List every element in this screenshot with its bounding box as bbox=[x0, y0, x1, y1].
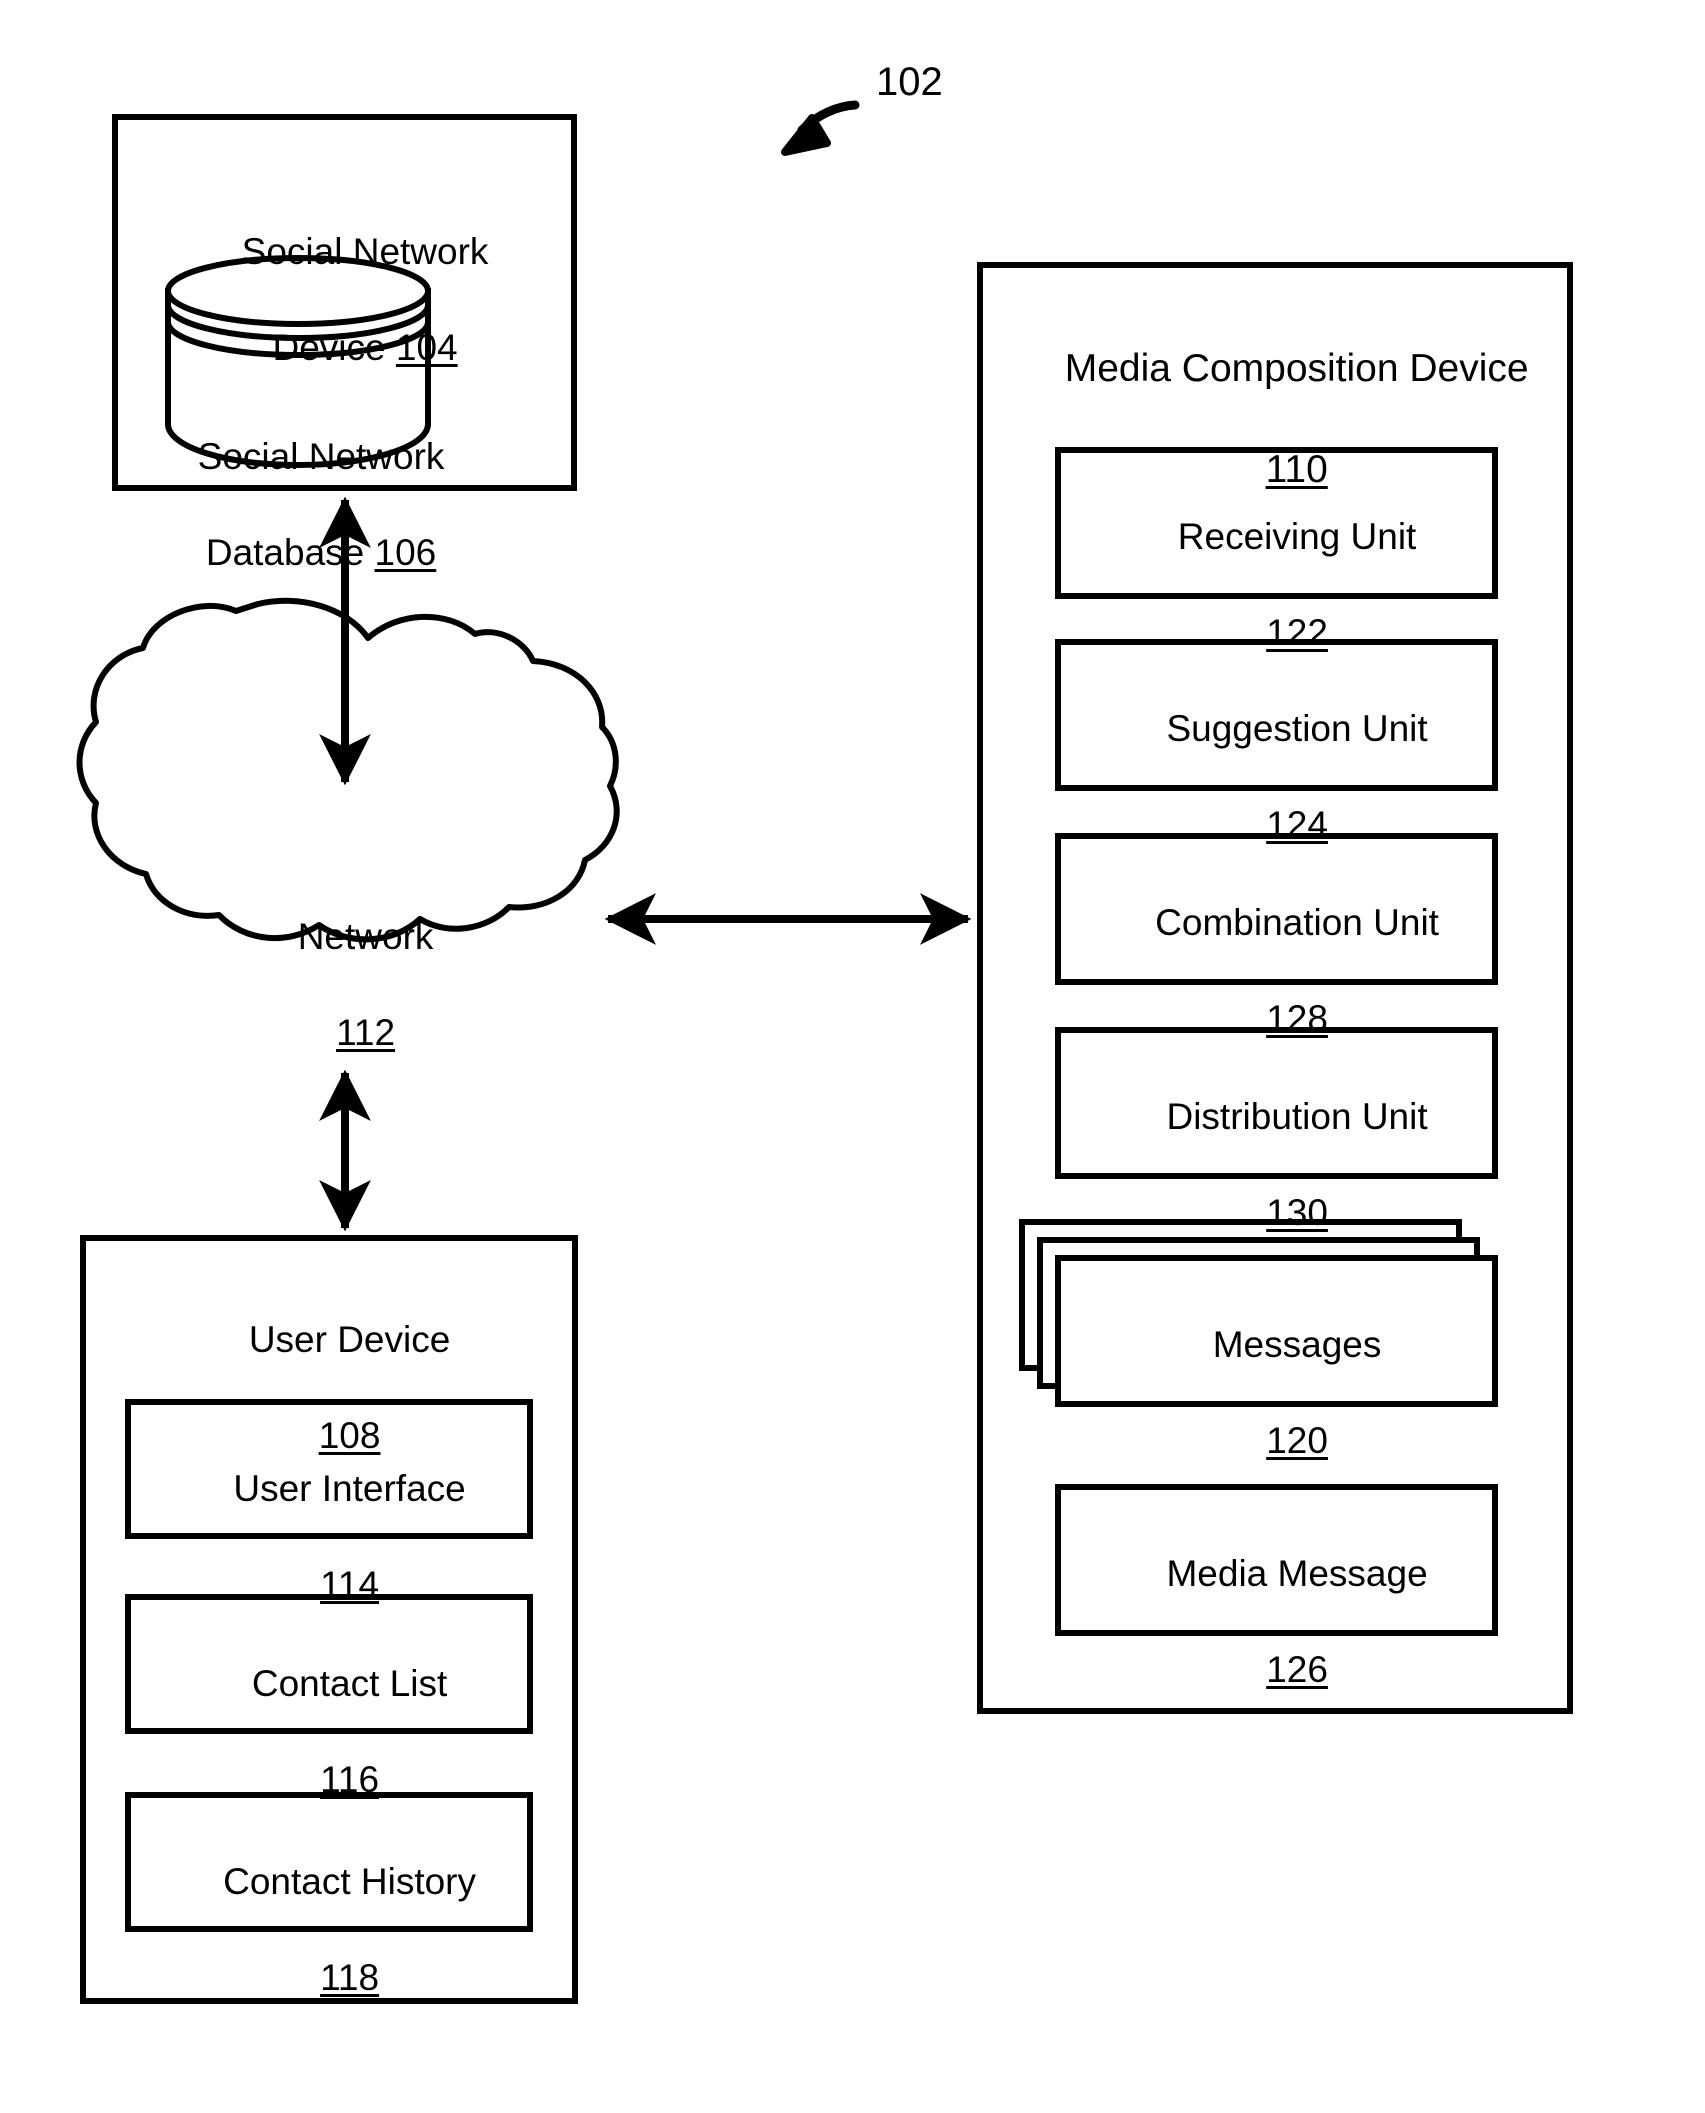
user-interface-box bbox=[125, 1399, 533, 1539]
figure-callout-arrow bbox=[781, 100, 860, 156]
diagram-graphics-layer bbox=[76, 100, 1573, 2004]
contact-history-box bbox=[125, 1792, 533, 1932]
social-network-database-cylinder bbox=[165, 255, 431, 469]
figure-reference-numeral: 102 bbox=[876, 60, 943, 104]
contact-list-box bbox=[125, 1594, 533, 1734]
user-device-box bbox=[80, 1235, 578, 2004]
patent-figure-sheet: 102 Social Network Device 104 Social Net… bbox=[0, 0, 1705, 2113]
media-message-box bbox=[1055, 1484, 1498, 1636]
receiving-unit-box bbox=[1055, 447, 1498, 599]
combination-unit-box bbox=[1055, 833, 1498, 985]
media-composition-device-box bbox=[977, 262, 1573, 1714]
distribution-unit-box bbox=[1055, 1027, 1498, 1179]
messages-stack bbox=[1019, 1219, 1498, 1407]
messages-card-front bbox=[1055, 1255, 1498, 1407]
suggestion-unit-box bbox=[1055, 639, 1498, 791]
